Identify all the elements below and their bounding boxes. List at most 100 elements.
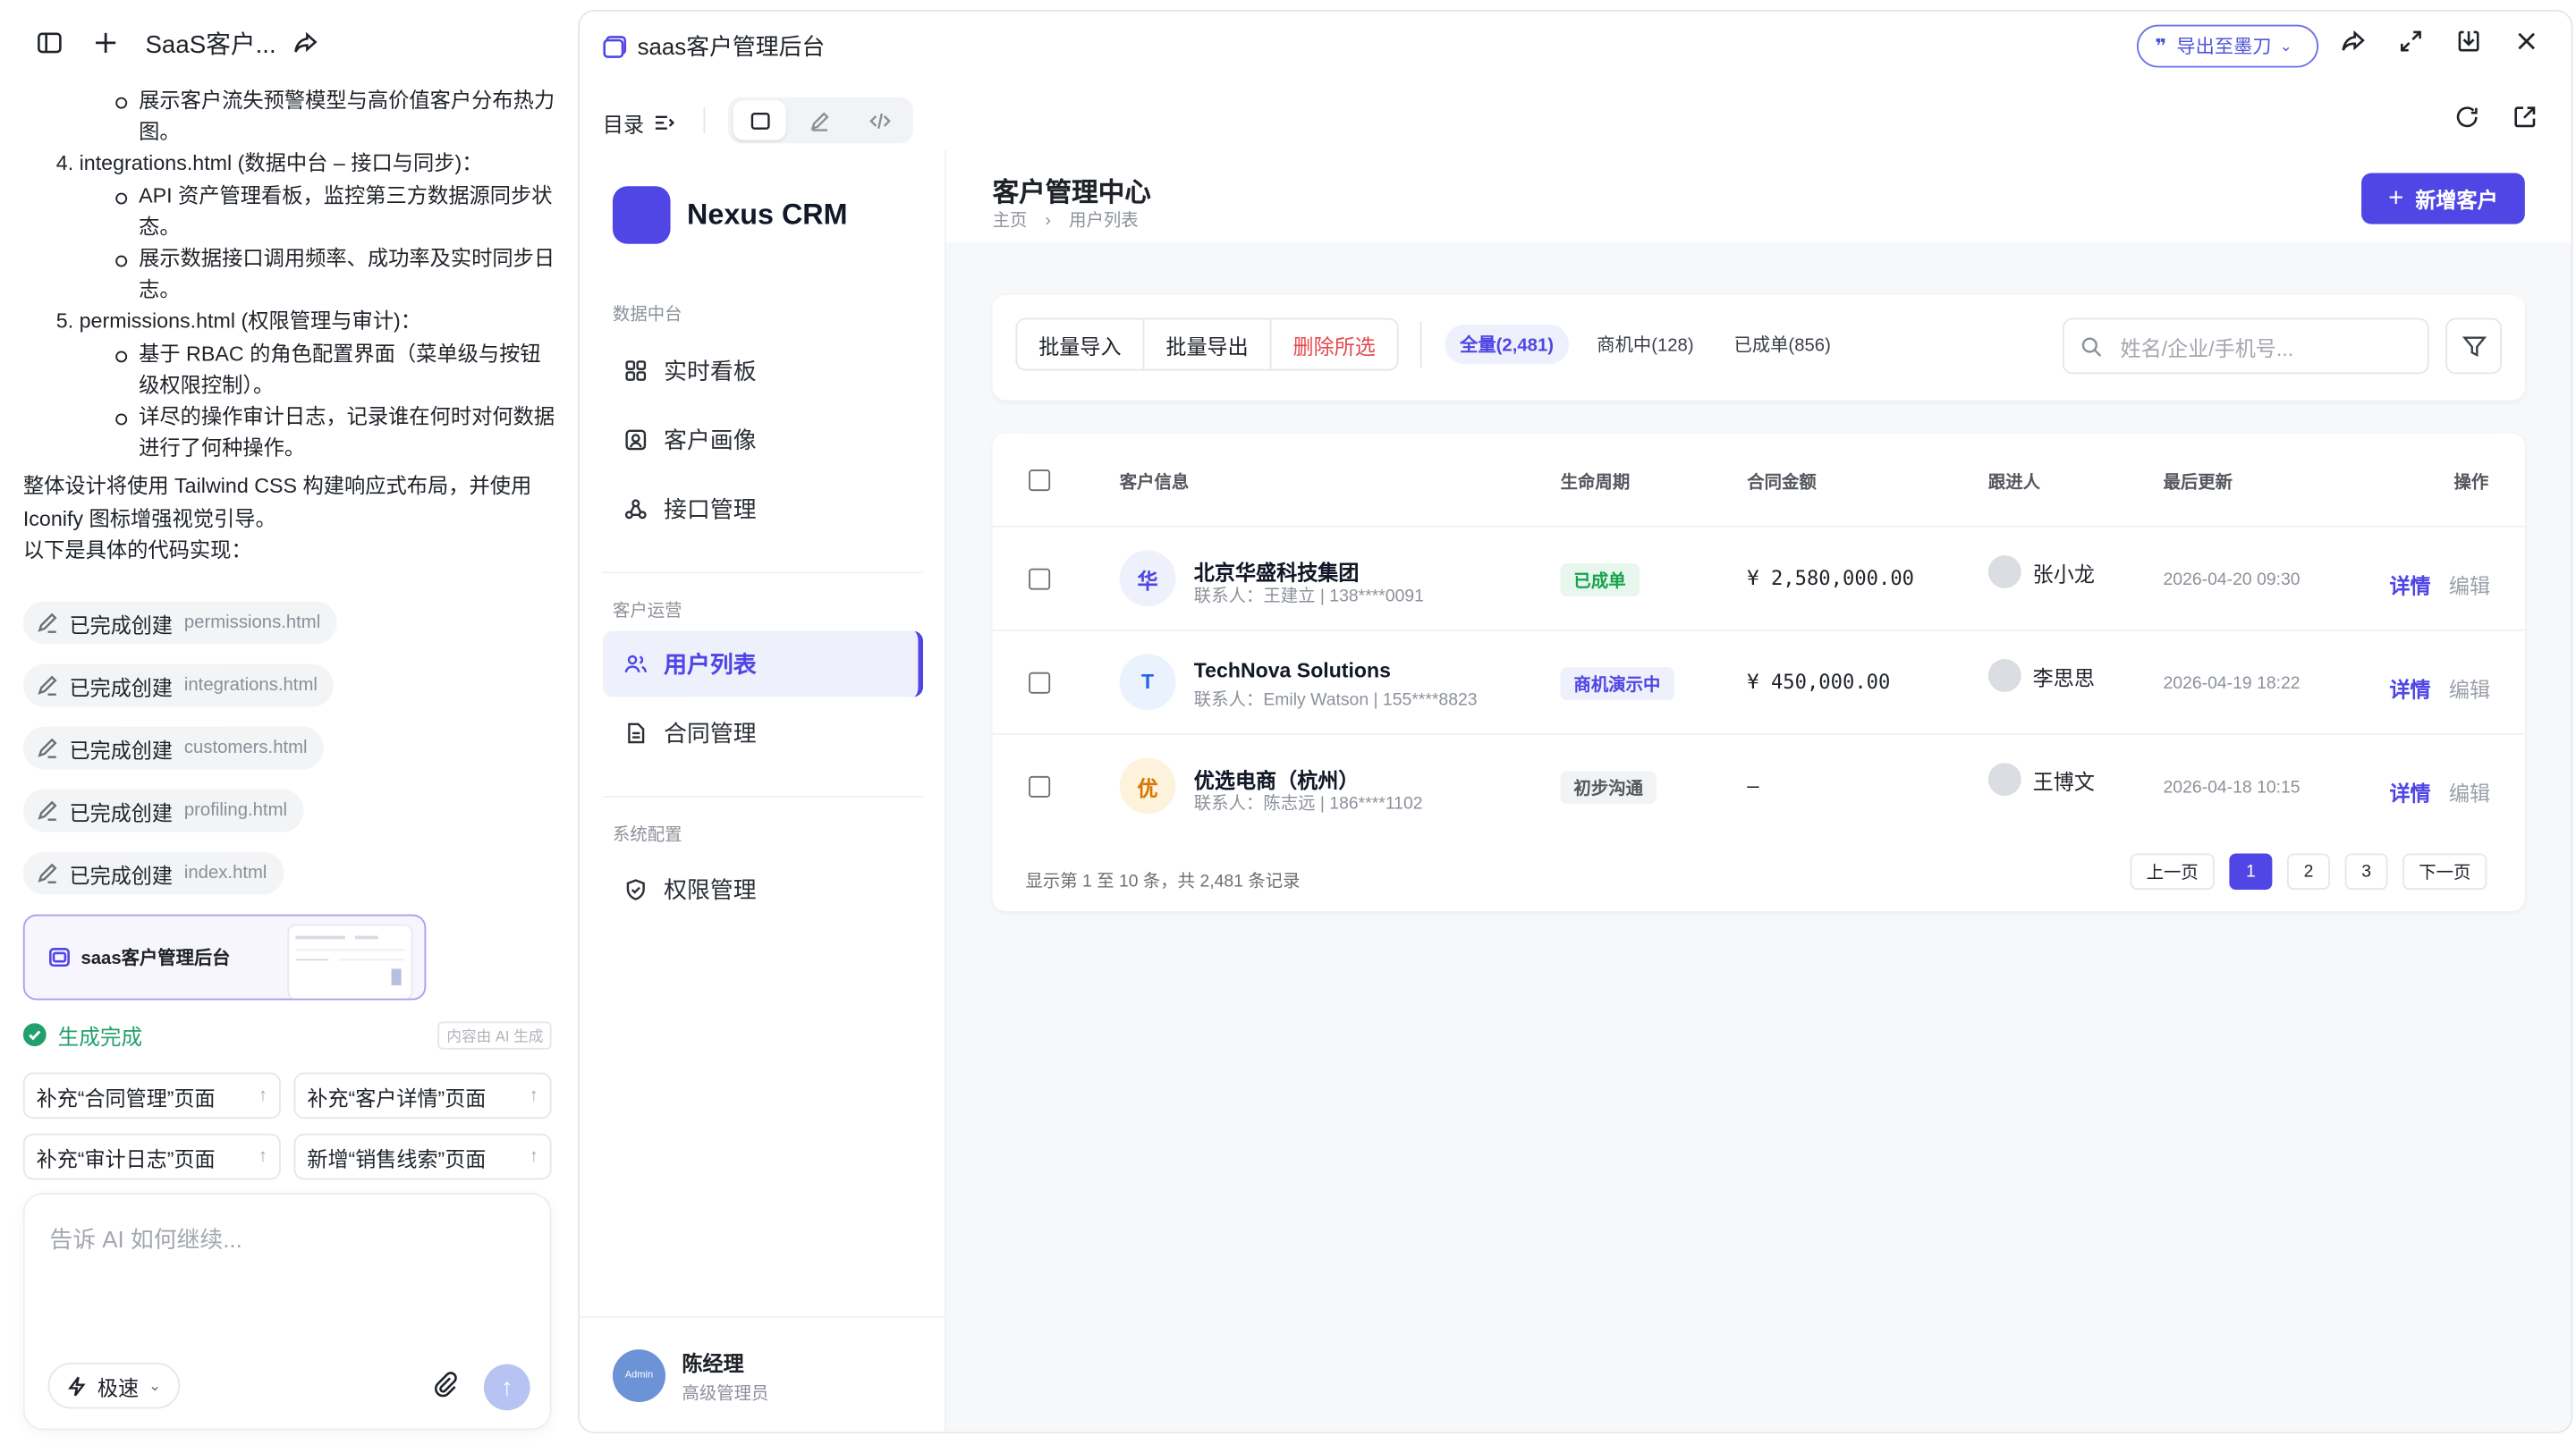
customer-contact: 联系人：陈志远 | 186****1102 (1193, 794, 1423, 815)
sidebar-item-api[interactable]: 接口管理 (603, 477, 923, 543)
nav-divider (602, 795, 924, 798)
chat-input[interactable]: 告诉 AI 如何继续... (49, 1222, 242, 1255)
customer-name: 优选电商（杭州） (1193, 769, 1360, 793)
batch-import-button[interactable]: 批量导入 (1017, 319, 1145, 369)
last-updated: 2026-04-18 10:15 (2163, 777, 2301, 798)
batch-export-button[interactable]: 批量导出 (1144, 319, 1272, 369)
mode-selector[interactable]: 极速 ⌄ (47, 1362, 180, 1409)
code-mode-tab[interactable] (853, 100, 906, 139)
table-row[interactable]: 华北京华盛科技集团 联系人：王建立 | 138****0091 已成单 ¥ 2,580… (992, 525, 2525, 630)
col-updated: 最后更新 (2163, 472, 2233, 493)
table-row[interactable]: 优优选电商（杭州） 联系人：陈志远 | 186****1102 初步沟通 — 王博文 20… (992, 732, 2525, 837)
export-button[interactable]: ❞ 导出至墨刀 ⌄ (2136, 24, 2319, 68)
arrow-up-icon: ↑ (500, 1373, 513, 1402)
user-profile[interactable]: Admin 陈经理 高级管理员 (612, 1346, 768, 1405)
toc-button[interactable]: 目录 (603, 107, 675, 139)
suggestion-contract[interactable]: 补充“合同管理”页面 ↑ (22, 1072, 281, 1120)
refresh-icon[interactable] (2453, 104, 2480, 139)
download-icon[interactable] (2455, 28, 2482, 63)
page-3-button[interactable]: 3 (2344, 853, 2388, 891)
share-icon[interactable] (2340, 28, 2367, 63)
close-icon[interactable] (2513, 28, 2540, 63)
row-checkbox[interactable] (1029, 775, 1051, 798)
row-checkbox[interactable] (1029, 568, 1051, 590)
open-external-icon[interactable] (2512, 104, 2538, 139)
pencil-icon (38, 613, 57, 633)
plan-list: 展示客户流失预警模型与高价值客户分布热力图。 4. integrations.ht… (23, 86, 555, 466)
sidebar-item-dashboard[interactable]: 实时看板 (603, 338, 923, 404)
view-mode-switch (728, 97, 913, 144)
page-2-button[interactable]: 2 (2286, 853, 2330, 891)
created-file-chip[interactable]: 已完成创建 integrations.html (22, 663, 335, 707)
chevron-down-icon: ⌄ (148, 1376, 162, 1393)
edit-link[interactable]: 编辑 (2449, 672, 2490, 704)
row-checkbox[interactable] (1029, 672, 1051, 694)
detail-link[interactable]: 详情 (2389, 776, 2430, 807)
col-owner: 跟进人 (1987, 472, 2040, 493)
owner-name: 张小龙 (2032, 562, 2095, 587)
sidebar-item-users[interactable]: 用户列表 (602, 630, 924, 697)
new-chat-icon[interactable] (86, 23, 125, 63)
send-button[interactable]: ↑ (483, 1364, 530, 1411)
suggestion-sales-leads[interactable]: 新增“销售线索”页面 ↑ (293, 1133, 552, 1180)
created-file-chip[interactable]: 已完成创建 permissions.html (22, 601, 337, 645)
nav-group-system: 系统配置 (612, 825, 682, 846)
sidebar-item-permissions[interactable]: 权限管理 (603, 857, 923, 923)
chat-input-box[interactable]: 告诉 AI 如何继续... 极速 ⌄ ↑ (22, 1193, 552, 1431)
owner-name: 李思思 (2032, 666, 2095, 690)
filter-opportunity[interactable]: 商机中(128) (1582, 325, 1709, 364)
lightning-icon (68, 1375, 86, 1396)
check-circle-icon (22, 1023, 47, 1047)
suggestion-customer-detail[interactable]: 补充“客户详情”页面 ↑ (293, 1072, 552, 1120)
filter-button[interactable] (2445, 317, 2502, 375)
expand-icon[interactable] (2398, 28, 2425, 63)
table-row[interactable]: T TechNova Solutions 联系人：Emily Watson | 15… (992, 629, 2525, 733)
document-icon (628, 722, 645, 744)
customer-avatar: 优 (1119, 757, 1176, 815)
chip-label: 已完成创建 (69, 676, 173, 700)
edit-mode-tab[interactable] (792, 100, 845, 139)
share-icon[interactable] (286, 23, 326, 63)
sidebar-item-profile[interactable]: 客户画像 (603, 407, 923, 473)
edit-link[interactable]: 编辑 (2449, 776, 2490, 807)
preview-panel: saas客户管理后台 ❞ 导出至墨刀 ⌄ 目录 Nexus CRM 数据中台 实… (578, 10, 2573, 1434)
search-input[interactable]: 姓名/企业/手机号... (2062, 317, 2429, 375)
sidebar-toggle-icon[interactable] (30, 23, 69, 63)
bullet-sub-item: 基于 RBAC 的角色配置界面（菜单级与按钮级权限控制）。 (23, 339, 555, 402)
window-icon (49, 948, 70, 968)
bullet-sub-item: 展示数据接口调用频率、成功率及实时同步日志。 (23, 244, 555, 308)
detail-link[interactable]: 详情 (2389, 569, 2430, 600)
filter-all[interactable]: 全量(2,481) (1445, 324, 1569, 365)
prev-page-button[interactable]: 上一页 (2130, 853, 2215, 891)
detail-link[interactable]: 详情 (2389, 672, 2430, 704)
suggestion-audit-log[interactable]: 补充“审计日志”页面 ↑ (22, 1133, 281, 1180)
created-file-chip[interactable]: 已完成创建 profiling.html (22, 789, 304, 832)
nav-group-customer: 客户运营 (612, 601, 682, 621)
add-customer-button[interactable]: + 新增客户 (2361, 173, 2525, 224)
created-file-chip[interactable]: 已完成创建 customers.html (22, 726, 325, 770)
pencil-icon (38, 863, 57, 883)
breadcrumb-home[interactable]: 主页 (993, 211, 1028, 231)
crm-main: 客户管理中心 主页 › 用户列表 + 新增客户 批量导入 批量导出 删除所选 全… (945, 149, 2572, 1432)
next-page-button[interactable]: 下一页 (2402, 853, 2487, 891)
chip-file-name: customers.html (183, 738, 308, 758)
preview-mode-tab[interactable] (733, 100, 786, 140)
edit-link[interactable]: 编辑 (2449, 569, 2490, 600)
filter-closed[interactable]: 已成单(856) (1719, 325, 1846, 364)
chip-file-name: profiling.html (183, 800, 288, 821)
artifact-card[interactable]: saas客户管理后台 (22, 914, 427, 1001)
bullet-item: 4. integrations.html (数据中台 – 接口与同步)： (55, 152, 483, 176)
filter-bar: 批量导入 批量导出 删除所选 全量(2,481) 商机中(128) 已成单(85… (992, 294, 2525, 401)
sidebar-item-contracts[interactable]: 合同管理 (603, 700, 923, 766)
nav-group-data: 数据中台 (612, 304, 682, 325)
select-all-checkbox[interactable] (1029, 469, 1051, 492)
customer-avatar: T (1119, 654, 1176, 711)
artifact-thumbnail (289, 925, 411, 999)
user-name: 陈经理 (682, 1352, 744, 1376)
page-1-button[interactable]: 1 (2229, 853, 2273, 891)
attach-icon[interactable] (433, 1371, 460, 1406)
delete-selected-button[interactable]: 删除所选 (1272, 319, 1397, 368)
chip-file-name: permissions.html (183, 613, 321, 633)
contract-amount: ¥ 2,580,000.00 (1747, 566, 1915, 590)
created-file-chip[interactable]: 已完成创建 index.html (22, 851, 284, 895)
